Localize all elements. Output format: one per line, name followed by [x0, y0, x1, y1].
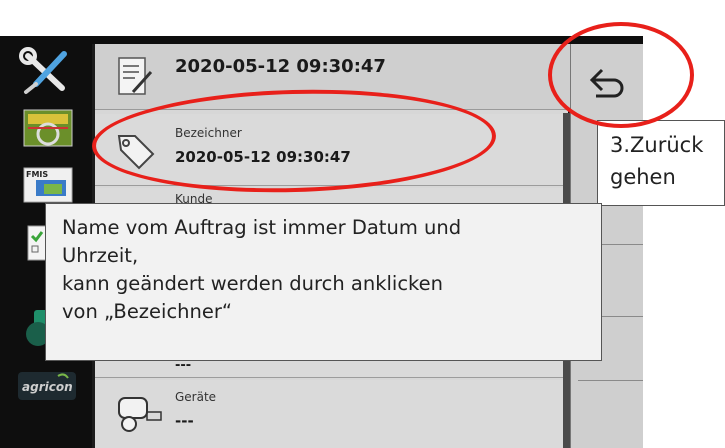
sidebar-item-tools[interactable]: [14, 46, 78, 96]
document-edit-icon: [118, 57, 153, 95]
divider: [578, 380, 643, 381]
highlight-ellipse-back: [548, 22, 694, 128]
page-title: 2020-05-12 09:30:47: [175, 56, 386, 77]
note-text-line: Name vom Auftrag ist immer Datum und: [62, 216, 462, 239]
sidebar-item-agricon[interactable]: agricon: [14, 366, 78, 416]
screenshot-stage: FMIS agricon 2020-05-12 09:30:47 Bezeich…: [0, 0, 725, 448]
sidebar-agricon-text: agricon: [22, 380, 73, 394]
geraete-label: Geräte: [175, 390, 217, 404]
wrench-screwdriver-icon: [19, 47, 67, 94]
geraete-value: ---: [175, 412, 194, 430]
note-text-line: von „Bezeichner“: [62, 300, 233, 323]
sidebar-fmis-text: FMIS: [26, 170, 49, 179]
note-text-line: Uhrzeit,: [62, 244, 139, 267]
note-callout: Name vom Auftrag ist immer Datum und Uhr…: [45, 203, 602, 361]
list-item-geraete[interactable]: Geräte ---: [95, 380, 565, 448]
note-text-line: kann geändert werden durch anklicken: [62, 272, 444, 295]
sidebar-item-field-map[interactable]: [14, 104, 78, 154]
step-text-line: gehen: [610, 165, 676, 189]
implement-icon: [118, 397, 162, 432]
step-callout: 3.Zurück gehen: [597, 120, 725, 206]
field-map-icon: [23, 109, 73, 147]
step-text-line: 3.Zurück: [610, 133, 704, 157]
